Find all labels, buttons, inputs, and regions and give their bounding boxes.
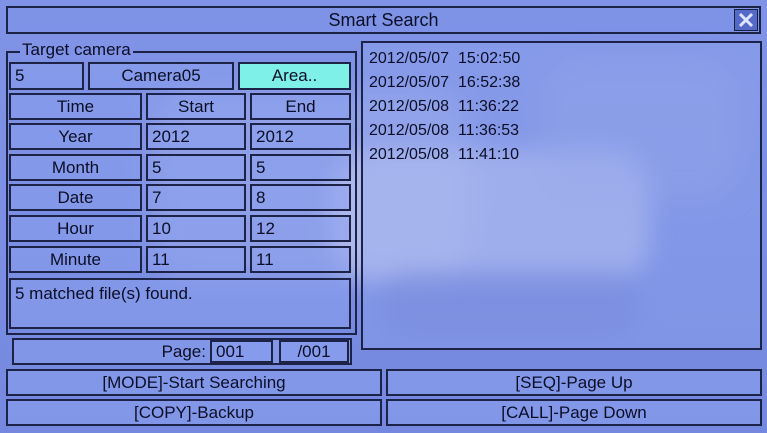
result-item[interactable]: 2012/05/07 16:52:38 xyxy=(369,71,760,95)
backup-button[interactable]: [COPY]-Backup xyxy=(6,399,382,426)
page-label: Page: xyxy=(161,341,206,361)
year-end-field[interactable]: 2012 xyxy=(250,123,351,150)
results-list[interactable]: 2012/05/07 15:02:50 2012/05/07 16:52:38 … xyxy=(361,41,762,350)
result-item[interactable]: 2012/05/07 15:02:50 xyxy=(369,47,760,71)
camera-name-field[interactable]: Camera05 xyxy=(88,62,234,90)
hour-end-field[interactable]: 12 xyxy=(250,215,351,242)
row-label-minute: Minute xyxy=(9,246,142,273)
header-start: Start xyxy=(146,93,246,120)
close-icon xyxy=(738,12,754,28)
row-label-month: Month xyxy=(9,154,142,181)
page-down-button[interactable]: [CALL]-Page Down xyxy=(386,399,762,426)
row-label-year: Year xyxy=(9,123,142,150)
close-button[interactable] xyxy=(734,9,758,31)
minute-start-field[interactable]: 11 xyxy=(146,246,246,273)
hour-start-field[interactable]: 10 xyxy=(146,215,246,242)
date-end-field[interactable]: 8 xyxy=(250,184,351,211)
result-item[interactable]: 2012/05/08 11:36:53 xyxy=(369,119,760,143)
year-start-field[interactable]: 2012 xyxy=(146,123,246,150)
row-label-date: Date xyxy=(9,184,142,211)
window-title: Smart Search xyxy=(328,9,439,30)
result-item[interactable]: 2012/05/08 11:41:10 xyxy=(369,143,760,167)
month-end-field[interactable]: 5 xyxy=(250,154,351,181)
page-current-field[interactable]: 001 xyxy=(210,340,273,363)
status-message: 5 matched file(s) found. xyxy=(9,278,351,329)
date-start-field[interactable]: 7 xyxy=(146,184,246,211)
header-time: Time xyxy=(9,93,142,120)
camera-number-field[interactable]: 5 xyxy=(9,62,84,90)
minute-end-field[interactable]: 11 xyxy=(250,246,351,273)
target-camera-label: Target camera xyxy=(20,40,133,60)
start-search-button[interactable]: [MODE]-Start Searching xyxy=(6,369,382,396)
title-bar: Smart Search xyxy=(6,6,761,34)
page-up-button[interactable]: [SEQ]-Page Up xyxy=(386,369,762,396)
result-item[interactable]: 2012/05/08 11:36:22 xyxy=(369,95,760,119)
smart-search-screen: Smart Search Target camera 5 Camera05 Ar… xyxy=(0,0,767,433)
row-label-hour: Hour xyxy=(9,215,142,242)
month-start-field[interactable]: 5 xyxy=(146,154,246,181)
area-button[interactable]: Area.. xyxy=(238,62,351,90)
header-end: End xyxy=(250,93,351,120)
page-total: /001 xyxy=(279,340,349,363)
